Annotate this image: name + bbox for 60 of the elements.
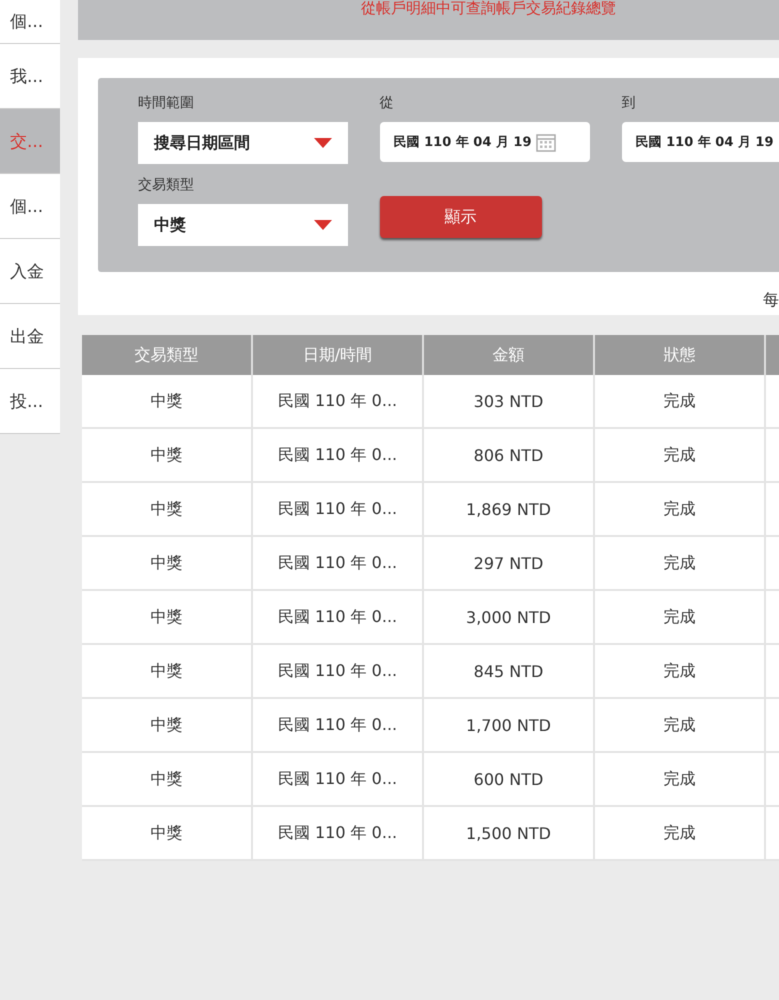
table-cell: 民國 110 年 0... — [253, 591, 424, 645]
table-cell: 民國 110 年 0... — [253, 645, 424, 699]
table-cell: 完成 — [595, 645, 766, 699]
dropdown-arrow-icon — [314, 138, 332, 148]
dropdown-arrow-icon — [314, 220, 332, 230]
field-label: 時間範圍 — [138, 94, 195, 113]
table-cell: 中獎 — [82, 537, 253, 591]
field-label: 從 — [380, 94, 395, 113]
table-cell: 1,700 NTD — [424, 699, 595, 753]
sidebar-item[interactable]: 個... — [0, 0, 60, 44]
field-label: 交易類型 — [138, 176, 195, 195]
from-date-field[interactable]: 民國 110 年 04 月 19 — [380, 122, 590, 162]
sidebar-item[interactable]: 入金 — [0, 239, 60, 304]
table-cell: 中獎 — [82, 483, 253, 537]
sidebar-item[interactable]: 個... — [0, 174, 60, 239]
table-cell: 中獎 — [82, 591, 253, 645]
table-cell: 中獎 — [82, 645, 253, 699]
table-cell: 1,500 NTD — [424, 807, 595, 861]
table-cell: 完成 — [595, 753, 766, 807]
table-cell: 1,869 NTD — [424, 483, 595, 537]
column-header: 金額 — [424, 335, 595, 375]
show-button[interactable]: 顯示 — [380, 196, 542, 238]
table-cell: 600 NTD — [424, 753, 595, 807]
table-cell: 民國 110 年 0... — [253, 537, 424, 591]
to-date-field[interactable]: 民國 110 年 04 月 19 — [622, 122, 779, 162]
transaction-type-dropdown[interactable]: 中獎 — [138, 204, 348, 246]
time-range-dropdown[interactable]: 搜尋日期區間 — [138, 122, 348, 164]
table-cell: 297 NTD — [424, 537, 595, 591]
table-cell: 3,000 NTD — [424, 591, 595, 645]
sidebar-item[interactable]: 出金 — [0, 304, 60, 369]
table-cell: 完成 — [595, 699, 766, 753]
table-cell: 中獎 — [82, 429, 253, 483]
table-cell: 完成 — [595, 375, 766, 429]
table-cell: 完成 — [595, 429, 766, 483]
column-header: 交易類型 — [82, 335, 253, 375]
table-cell: 民國 110 年 0... — [253, 753, 424, 807]
per-page-label: 每 — [763, 290, 779, 311]
table-cell: 民國 110 年 0... — [253, 807, 424, 861]
table-cell: 民國 110 年 0... — [253, 429, 424, 483]
table-cell: 完成 — [595, 483, 766, 537]
table-cell: 中獎 — [82, 807, 253, 861]
field-label: 到 — [622, 94, 637, 113]
table-cell: 完成 — [595, 807, 766, 861]
table-cell: 完成 — [595, 591, 766, 645]
banner-text: 從帳戶明細中可查詢帳戶交易紀錄總覽 — [361, 0, 616, 16]
table-cell: 中獎 — [82, 753, 253, 807]
column-header: 日期/時間 — [253, 335, 424, 375]
table-cell: 303 NTD — [424, 375, 595, 429]
table-cell: 民國 110 年 0... — [253, 483, 424, 537]
table-cell: 806 NTD — [424, 429, 595, 483]
sidebar-item[interactable]: 我... — [0, 44, 60, 109]
table-cell: 中獎 — [82, 699, 253, 753]
column-header: 狀態 — [595, 335, 766, 375]
table-cell: 民國 110 年 0... — [253, 375, 424, 429]
calendar-icon — [536, 132, 556, 152]
table-cell: 民國 110 年 0... — [253, 699, 424, 753]
table-cell: 完成 — [595, 537, 766, 591]
table-cell: 845 NTD — [424, 645, 595, 699]
sidebar-item[interactable]: 投... — [0, 369, 60, 434]
table-cell: 中獎 — [82, 375, 253, 429]
